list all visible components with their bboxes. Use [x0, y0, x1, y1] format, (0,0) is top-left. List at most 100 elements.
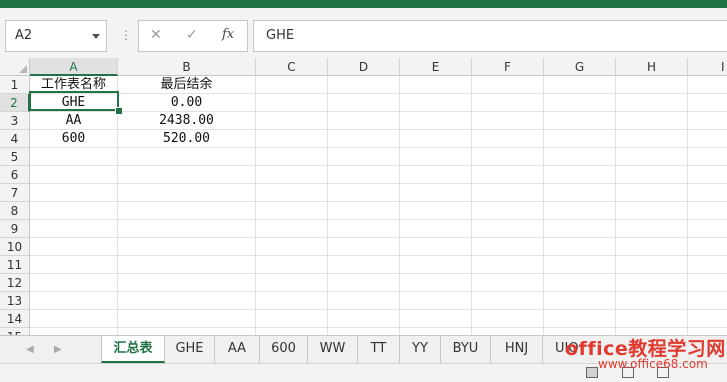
grid-cell[interactable] — [544, 292, 616, 310]
grid-cell[interactable] — [616, 94, 688, 112]
grid-cell[interactable] — [328, 274, 400, 292]
normal-view-icon[interactable] — [586, 367, 598, 378]
grid-cell[interactable] — [118, 328, 256, 335]
grid-cell[interactable] — [256, 274, 328, 292]
grid-cell[interactable] — [118, 292, 256, 310]
row-header-3[interactable]: 3 — [0, 112, 30, 130]
tab-sheet-tt[interactable]: TT — [358, 336, 400, 363]
grid-cell[interactable] — [256, 292, 328, 310]
grid-cell[interactable] — [256, 184, 328, 202]
grid-cell[interactable] — [118, 148, 256, 166]
grid-cell[interactable] — [616, 202, 688, 220]
grid-cell[interactable] — [400, 94, 472, 112]
column-header-e[interactable]: E — [400, 58, 472, 76]
grid-cell[interactable] — [400, 130, 472, 148]
grid-cell[interactable] — [472, 112, 544, 130]
cell-a4[interactable]: 600 — [30, 130, 118, 148]
tab-sheet-summary[interactable]: 汇总表 — [101, 336, 165, 363]
grid-cell[interactable] — [688, 112, 727, 130]
grid-cell[interactable] — [688, 148, 727, 166]
grid-cell[interactable] — [544, 130, 616, 148]
grid-cell[interactable] — [616, 184, 688, 202]
grid-cell[interactable] — [616, 220, 688, 238]
grid-cell[interactable] — [400, 112, 472, 130]
grid-cell[interactable] — [616, 292, 688, 310]
grid-cell[interactable] — [472, 166, 544, 184]
grid-cell[interactable] — [30, 274, 118, 292]
grid-cell[interactable] — [400, 220, 472, 238]
row-header-8[interactable]: 8 — [0, 202, 30, 220]
grid-cell[interactable] — [118, 184, 256, 202]
grid-cell[interactable] — [118, 166, 256, 184]
grid-cell[interactable] — [472, 94, 544, 112]
row-header-14[interactable]: 14 — [0, 310, 30, 328]
grid-cell[interactable] — [328, 166, 400, 184]
row-header-11[interactable]: 11 — [0, 256, 30, 274]
grid-cell[interactable] — [688, 238, 727, 256]
grid-cell[interactable] — [400, 76, 472, 94]
grid-cell[interactable] — [400, 184, 472, 202]
tab-sheet-yy[interactable]: YY — [400, 336, 441, 363]
grid-cell[interactable] — [256, 220, 328, 238]
row-header-6[interactable]: 6 — [0, 166, 30, 184]
row-header-12[interactable]: 12 — [0, 274, 30, 292]
tab-sheet-byu[interactable]: BYU — [441, 336, 491, 363]
grid-cell[interactable] — [616, 238, 688, 256]
cell-a3[interactable]: AA — [30, 112, 118, 130]
grid-cell[interactable] — [544, 256, 616, 274]
column-header-a[interactable]: A — [30, 58, 118, 76]
grid-cell[interactable] — [118, 274, 256, 292]
row-header-7[interactable]: 7 — [0, 184, 30, 202]
row-header-13[interactable]: 13 — [0, 292, 30, 310]
row-header-10[interactable]: 10 — [0, 238, 30, 256]
row-header-1[interactable]: 1 — [0, 76, 30, 94]
grid-cell[interactable] — [688, 310, 727, 328]
grid-cell[interactable] — [544, 166, 616, 184]
grid-cell[interactable] — [688, 274, 727, 292]
grid-cell[interactable] — [400, 202, 472, 220]
grid-cell[interactable] — [688, 76, 727, 94]
grid-cell[interactable] — [30, 166, 118, 184]
cell-b4[interactable]: 520.00 — [118, 130, 256, 148]
grid-cell[interactable] — [256, 310, 328, 328]
grid-cell[interactable] — [472, 292, 544, 310]
grid-cell[interactable] — [400, 238, 472, 256]
grid-cell[interactable] — [328, 94, 400, 112]
grid-cell[interactable] — [30, 292, 118, 310]
row-header-2[interactable]: 2 — [0, 94, 30, 112]
grid-cell[interactable] — [256, 256, 328, 274]
grid-cell[interactable] — [616, 112, 688, 130]
tab-sheet-ghe[interactable]: GHE — [165, 336, 215, 363]
grid-cell[interactable] — [256, 166, 328, 184]
tab-sheet-hnj[interactable]: HNJ — [491, 336, 543, 363]
chevron-down-icon[interactable] — [92, 34, 100, 39]
column-header-c[interactable]: C — [256, 58, 328, 76]
grid-cell[interactable] — [30, 202, 118, 220]
grid-cell[interactable] — [544, 94, 616, 112]
grid-cell[interactable] — [544, 112, 616, 130]
grid-cell[interactable] — [688, 130, 727, 148]
grid-cell[interactable] — [616, 130, 688, 148]
select-all-button[interactable] — [0, 58, 30, 76]
cell-b1[interactable]: 最后结余 — [118, 76, 256, 94]
row-header-5[interactable]: 5 — [0, 148, 30, 166]
tab-sheet-aa[interactable]: AA — [215, 336, 260, 363]
grid-cell[interactable] — [328, 148, 400, 166]
grid-cell[interactable] — [616, 256, 688, 274]
row-header-4[interactable]: 4 — [0, 130, 30, 148]
grid-cell[interactable] — [400, 328, 472, 335]
grid-cell[interactable] — [688, 292, 727, 310]
grid-cell[interactable] — [328, 130, 400, 148]
grid-cell[interactable] — [30, 184, 118, 202]
row-header-9[interactable]: 9 — [0, 220, 30, 238]
column-header-f[interactable]: F — [472, 58, 544, 76]
cell-a1[interactable]: 工作表名称 — [30, 76, 118, 94]
grid-cell[interactable] — [688, 220, 727, 238]
column-header-i[interactable]: I — [688, 58, 727, 76]
insert-function-icon[interactable]: fx — [222, 27, 234, 42]
grid-cell[interactable] — [328, 238, 400, 256]
grid-cell[interactable] — [328, 220, 400, 238]
grid-cell[interactable] — [472, 76, 544, 94]
confirm-icon[interactable]: ✓ — [186, 27, 198, 43]
grid-cell[interactable] — [544, 274, 616, 292]
